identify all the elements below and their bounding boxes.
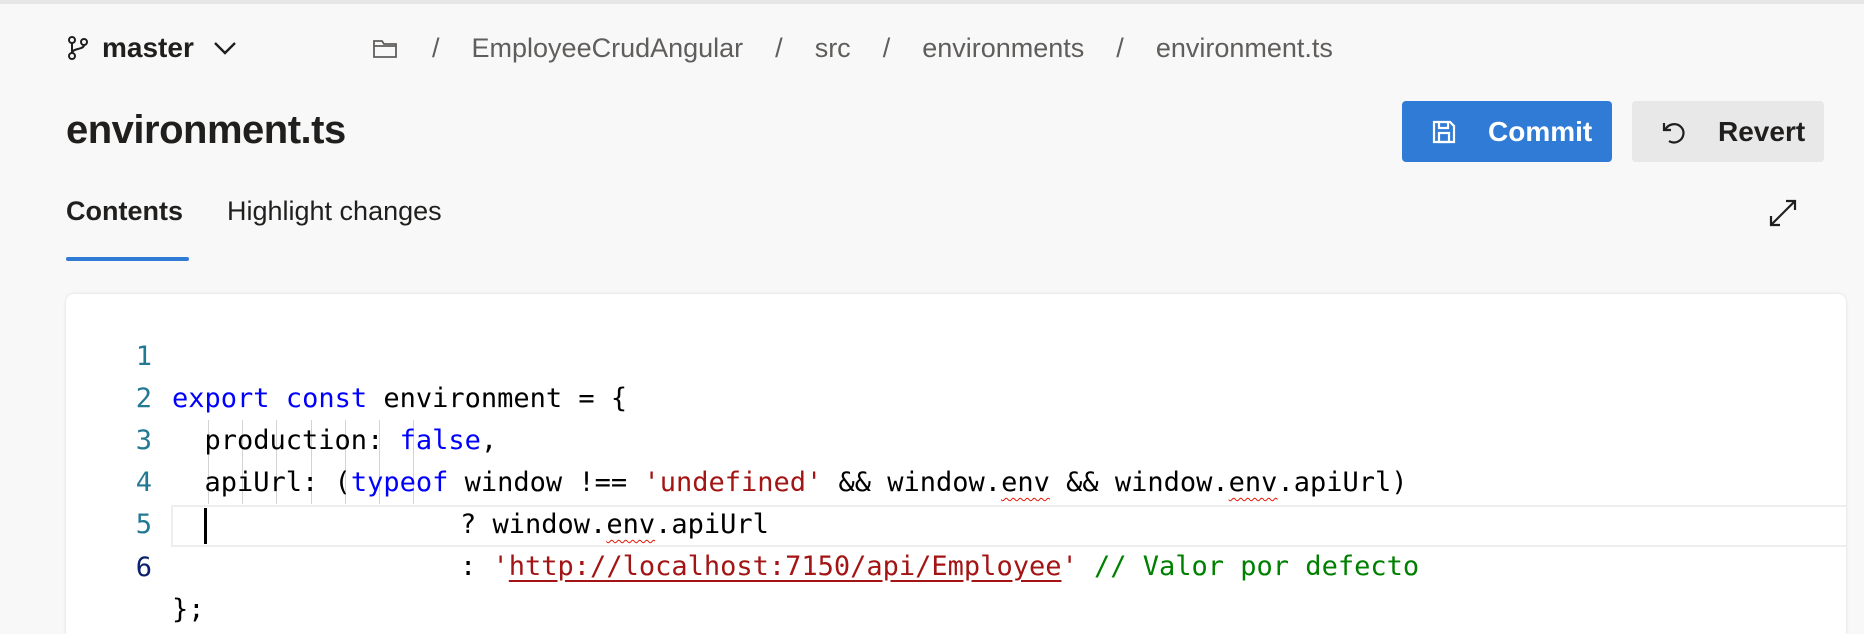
code-editor[interactable]: 1 export const environment = { 2 product… <box>66 294 1846 634</box>
token-text: }; <box>172 594 205 625</box>
breadcrumb-separator: / <box>432 32 440 63</box>
top-border <box>0 0 1864 4</box>
token-string: ' <box>1061 551 1078 582</box>
branch-name: master <box>102 32 194 63</box>
line-content: }; <box>172 589 205 631</box>
undo-icon <box>1660 117 1690 147</box>
code-line: 6 }; <box>66 505 1816 625</box>
expand-icon[interactable] <box>1766 196 1802 232</box>
code-line: 2 production: false, <box>66 336 1816 456</box>
token-string: ' <box>492 551 509 582</box>
breadcrumb: / EmployeeCrudAngular / src / environmen… <box>372 28 1333 68</box>
commit-button[interactable]: Commit <box>1402 101 1612 162</box>
token-text: : <box>460 551 493 582</box>
revert-label: Revert <box>1718 115 1806 147</box>
breadcrumb-item-src[interactable]: src <box>815 33 851 64</box>
breadcrumb-item-file[interactable]: environment.ts <box>1156 33 1333 64</box>
folder-icon[interactable] <box>372 34 400 62</box>
active-tab-indicator <box>66 257 189 261</box>
line-number: 6 <box>135 552 152 583</box>
text-caret <box>204 508 207 544</box>
breadcrumb-separator: / <box>882 32 891 63</box>
line-content: : 'http://localhost:7150/api/Employee' /… <box>460 546 1419 588</box>
code-line: 1 export const environment = { <box>66 294 1816 414</box>
branch-selector[interactable]: master <box>66 30 240 66</box>
page-title: environment.ts <box>66 108 346 152</box>
commit-label: Commit <box>1488 115 1593 147</box>
tab-highlight-changes[interactable]: Highlight changes <box>227 196 442 227</box>
breadcrumb-item-environments[interactable]: environments <box>922 33 1084 64</box>
code-line: 3 apiUrl: (typeof window !== 'undefined'… <box>66 378 1816 498</box>
tab-contents[interactable]: Contents <box>66 196 183 227</box>
breadcrumb-separator: / <box>1116 32 1124 63</box>
code-line: 4 ? window.env.apiUrl <box>66 420 1816 540</box>
breadcrumb-separator: / <box>775 32 783 63</box>
revert-button[interactable]: Revert <box>1632 101 1824 162</box>
code-line: 5 : 'http://localhost:7150/api/Employee'… <box>66 462 1816 582</box>
token-comment: // Valor por defecto <box>1077 551 1420 582</box>
chevron-down-icon <box>212 34 240 62</box>
breadcrumb-item-project[interactable]: EmployeeCrudAngular <box>472 33 744 64</box>
save-icon <box>1430 117 1460 147</box>
branch-icon <box>66 35 92 61</box>
url-link[interactable]: http://localhost:7150/api/Employee <box>509 551 1062 582</box>
